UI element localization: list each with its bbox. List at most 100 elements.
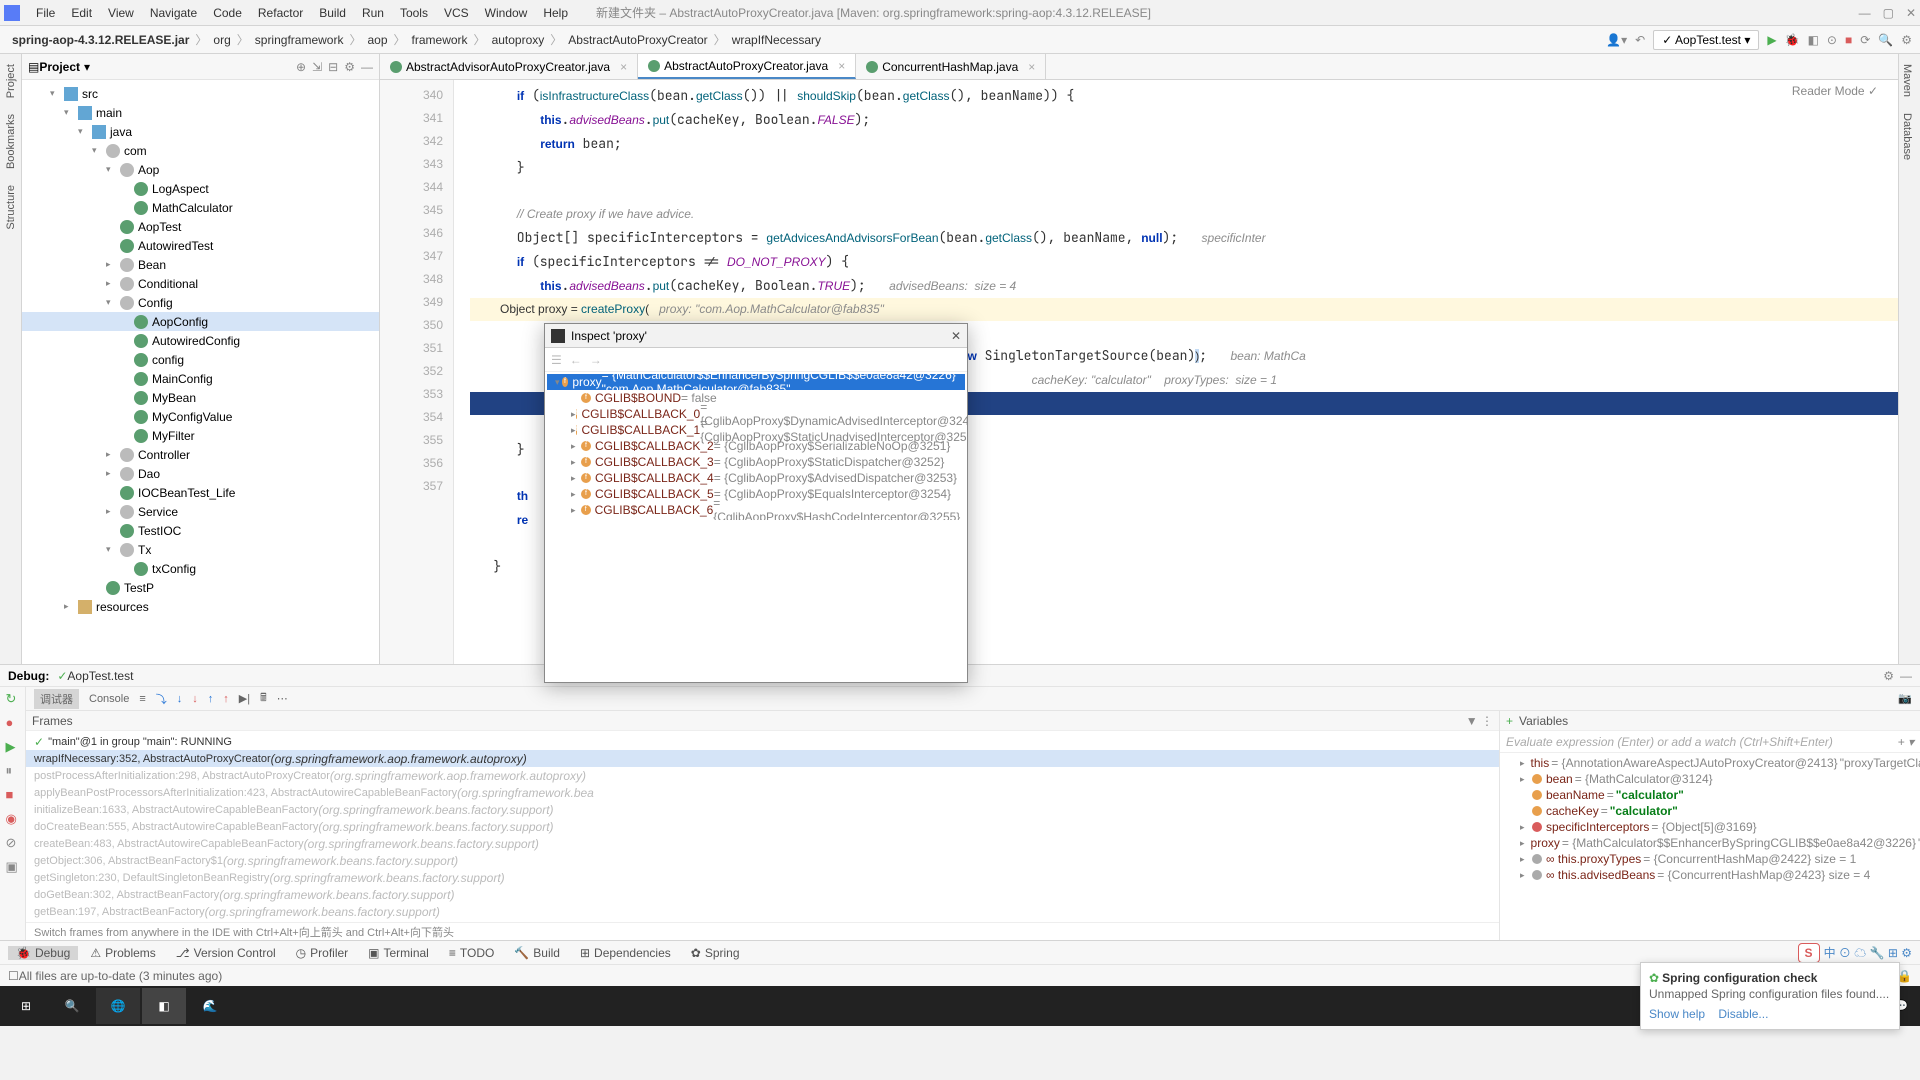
tool-dependencies[interactable]: ⊞ Dependencies — [572, 946, 679, 960]
variable-row[interactable]: ▸bean = {MathCalculator@3124} — [1500, 771, 1920, 787]
side-tab-database[interactable]: Database — [1899, 107, 1915, 166]
coverage-icon[interactable]: ◧ — [1808, 33, 1819, 47]
tree-item[interactable]: ▸Service — [22, 502, 379, 521]
frame-row[interactable]: wrapIfNecessary:352, AbstractAutoProxyCr… — [26, 750, 1499, 767]
maximize-icon[interactable]: ▢ — [1883, 6, 1894, 20]
tree-item[interactable]: txConfig — [22, 559, 379, 578]
tab-close-icon[interactable]: × — [1028, 60, 1035, 74]
tool-debug[interactable]: 🐞 Debug — [8, 946, 78, 960]
tree-item[interactable]: ▾src — [22, 84, 379, 103]
search-icon[interactable]: 🔍 — [1878, 33, 1893, 47]
user-icon[interactable]: 👤▾ — [1606, 33, 1627, 47]
frame-row[interactable]: applyBeanPostProcessorsAfterInitializati… — [26, 784, 1499, 801]
menu-help[interactable]: Help — [535, 6, 576, 20]
pause-icon[interactable]: ⏸ — [6, 763, 20, 777]
run-config-selector[interactable]: ✓ AopTest.test ▾ — [1653, 30, 1759, 50]
variable-row[interactable]: ▸this = {AnnotationAwareAspectJAutoProxy… — [1500, 755, 1920, 771]
tree-item[interactable]: ▾Aop — [22, 160, 379, 179]
expand-icon[interactable]: ⇲ — [312, 60, 322, 74]
variable-row[interactable]: ▸∞ this.proxyTypes = {ConcurrentHashMap@… — [1500, 851, 1920, 867]
crumb[interactable]: AbstractAutoProxyCreator — [564, 33, 711, 47]
intellij-icon[interactable]: ◧ — [142, 988, 186, 1024]
crumb[interactable]: aop — [363, 33, 391, 47]
reader-mode-toggle[interactable]: Reader Mode ✓ — [1792, 84, 1878, 98]
inspect-row[interactable]: ▸fCGLIB$CALLBACK_1 = {CglibAopProxy$Stat… — [547, 422, 965, 438]
variable-row[interactable]: ▸∞ this.advisedBeans = {ConcurrentHashMa… — [1500, 867, 1920, 883]
gear-icon[interactable]: ⚙ — [1883, 669, 1894, 683]
debug-tab-console[interactable]: Console — [89, 693, 129, 705]
tree-item[interactable]: ▾Tx — [22, 540, 379, 559]
tree-item[interactable]: ▾main — [22, 103, 379, 122]
menu-file[interactable]: File — [28, 6, 63, 20]
settings-icon[interactable]: ⚙ — [1901, 33, 1912, 47]
tree-item[interactable]: ▸Bean — [22, 255, 379, 274]
variables-list[interactable]: ▸this = {AnnotationAwareAspectJAutoProxy… — [1500, 753, 1920, 940]
add-watch-icon[interactable]: + — [1506, 714, 1513, 728]
menu-navigate[interactable]: Navigate — [142, 6, 205, 20]
inspect-row[interactable]: ▸fCGLIB$CALLBACK_2 = {CglibAopProxy$Seri… — [547, 438, 965, 454]
run-to-cursor-icon[interactable]: ▶| — [239, 692, 250, 705]
tool-vcs[interactable]: ⎇ Version Control — [168, 946, 284, 960]
tree-item[interactable]: ▾java — [22, 122, 379, 141]
editor-tab[interactable]: AbstractAutoProxyCreator.java× — [638, 54, 856, 79]
frame-row[interactable]: getBean:197, AbstractBeanFactory (org.sp… — [26, 903, 1499, 920]
eval-expr-input[interactable]: Evaluate expression (Enter) or add a wat… — [1506, 735, 1833, 749]
menu-window[interactable]: Window — [477, 6, 536, 20]
tree-item[interactable]: TestP — [22, 578, 379, 597]
ime-icon[interactable]: S — [1798, 943, 1820, 963]
inspect-row[interactable]: ▸fCGLIB$CALLBACK_6 = {CglibAopProxy$Hash… — [547, 502, 965, 518]
drop-frame-icon[interactable]: ↑ — [223, 693, 229, 705]
tool-spring[interactable]: ✿ Spring — [683, 946, 748, 960]
tree-item[interactable]: ▸Controller — [22, 445, 379, 464]
breakpoints-icon[interactable]: ◉ — [6, 811, 20, 825]
update-icon[interactable]: ⟳ — [1860, 33, 1870, 47]
tab-close-icon[interactable]: × — [838, 59, 845, 73]
menu-build[interactable]: Build — [311, 6, 354, 20]
tree-item[interactable]: LogAspect — [22, 179, 379, 198]
layout-icon[interactable]: ▣ — [6, 859, 20, 873]
frame-row[interactable]: doGetBean:302, AbstractBeanFactory (org.… — [26, 886, 1499, 903]
stop2-icon[interactable]: ■ — [6, 787, 20, 801]
menu-vcs[interactable]: VCS — [436, 6, 477, 20]
menu-code[interactable]: Code — [205, 6, 250, 20]
debug-tab-debugger[interactable]: 调试器 — [34, 689, 79, 709]
inspect-tree[interactable]: ▾fproxy = {MathCalculator$$EnhancerBySpr… — [545, 372, 967, 520]
disable-link[interactable]: Disable... — [1718, 1007, 1768, 1021]
show-help-link[interactable]: Show help — [1649, 1007, 1705, 1021]
nav-fwd-icon[interactable]: → — [590, 353, 602, 367]
tree-item[interactable]: ▾Config — [22, 293, 379, 312]
eval-icon[interactable]: 🖩 — [260, 689, 267, 708]
start-button[interactable]: ⊞ — [4, 988, 48, 1024]
minimize-icon[interactable]: — — [1859, 6, 1871, 20]
frame-row[interactable]: getSingleton:230, DefaultSingletonBeanRe… — [26, 869, 1499, 886]
side-tab-maven[interactable]: Maven — [1899, 58, 1915, 103]
tree-item[interactable]: AopTest — [22, 217, 379, 236]
side-tab-structure[interactable]: Structure — [3, 179, 19, 236]
inspect-row[interactable]: ▸fCGLIB$CALLBACK_3 = {CglibAopProxy$Stat… — [547, 454, 965, 470]
tree-item[interactable]: AopConfig — [22, 312, 379, 331]
tree-item[interactable]: ▸Dao — [22, 464, 379, 483]
thread-dump-icon[interactable]: 📷 — [1898, 692, 1912, 705]
crumb[interactable]: spring-aop-4.3.12.RELEASE.jar — [8, 33, 193, 47]
variable-row[interactable]: beanName = "calculator" — [1500, 787, 1920, 803]
chrome-icon[interactable]: 🌐 — [96, 988, 140, 1024]
tree-item[interactable]: ▸resources — [22, 597, 379, 616]
nav-back-icon[interactable]: ← — [570, 353, 582, 367]
tree-item[interactable]: AutowiredConfig — [22, 331, 379, 350]
variable-row[interactable]: ▸specificInterceptors = {Object[5]@3169} — [1500, 819, 1920, 835]
editor-tab[interactable]: AbstractAdvisorAutoProxyCreator.java× — [380, 54, 638, 79]
tool-terminal[interactable]: ▣ Terminal — [360, 946, 437, 960]
frame-row[interactable]: getObject:306, AbstractBeanFactory$1 (or… — [26, 852, 1499, 869]
menu-run[interactable]: Run — [354, 6, 392, 20]
variable-row[interactable]: cacheKey = "calculator" — [1500, 803, 1920, 819]
search-button[interactable]: 🔍 — [50, 988, 94, 1024]
filter-icon[interactable]: ▼ ⋮ — [1466, 714, 1493, 728]
frame-row[interactable]: doCreateBean:555, AbstractAutowireCapabl… — [26, 818, 1499, 835]
step-out-icon[interactable]: ↑ — [208, 693, 214, 705]
tool-build[interactable]: 🔨 Build — [506, 946, 568, 960]
mute-icon[interactable]: ⊘ — [6, 835, 20, 849]
crumb[interactable]: springframework — [251, 33, 348, 47]
gear-icon[interactable]: ⚙ — [344, 60, 355, 74]
step-over-icon[interactable]: ⤵ — [156, 691, 167, 707]
tree-item[interactable]: MyFilter — [22, 426, 379, 445]
